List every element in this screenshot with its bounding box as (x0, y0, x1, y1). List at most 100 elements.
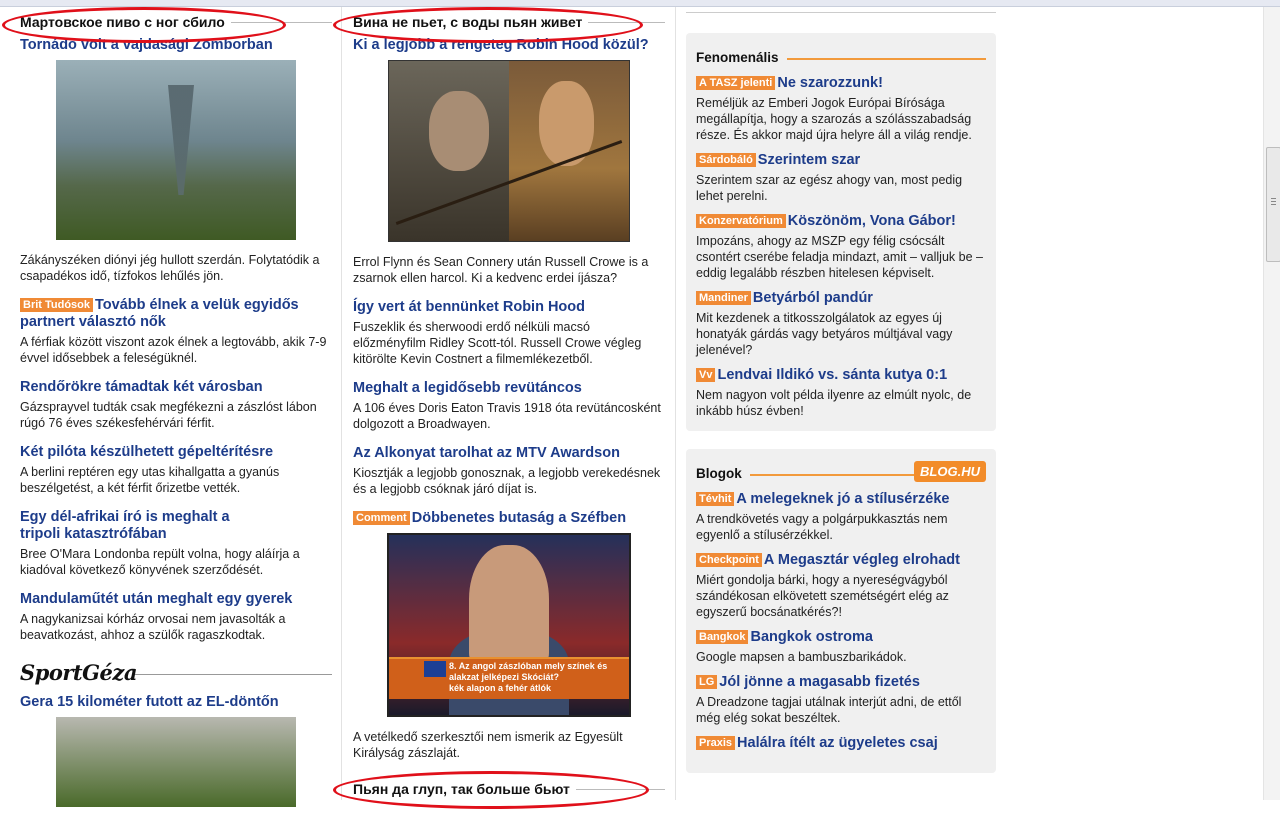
box-title: Fenomenális (696, 50, 787, 65)
blog-item-link[interactable]: Praxis Halálra ítélt az ügyeletes csaj (696, 735, 986, 752)
blog-tag[interactable]: Praxis (696, 736, 736, 750)
article: Gera 15 kilométer futott az EL-döntőn (20, 694, 332, 807)
article: Az Alkonyat tarolhat az MTV Awardson Kio… (353, 445, 665, 497)
article: Rendőrökre támadtak két városban Gázspra… (20, 379, 332, 431)
tornado-photo[interactable] (56, 60, 296, 240)
source-tag[interactable]: Comment (353, 511, 410, 525)
quiz-number: 8. (449, 661, 457, 671)
blog-item-title[interactable]: A Megasztár végleg elrohadt (764, 552, 960, 568)
blog-item-link[interactable]: Bangkok Bangkok ostroma (696, 629, 986, 646)
quiz-question: Az angol zászlóban mely színek és alakza… (449, 661, 608, 682)
sportgeza-header: SportGéza (20, 656, 332, 694)
article-lead: Gázsprayvel tudták csak megfékezni a zás… (20, 400, 317, 430)
blog-tag[interactable]: A TASZ jelenti (696, 76, 776, 90)
blog-item: Tévhit A melegeknek jó a stílusérzéke A t… (696, 491, 986, 543)
box-title: Blogok (696, 466, 750, 481)
article-title-link[interactable]: Rendőrökre támadtak két városban (20, 379, 332, 396)
article: Comment Döbbenetes butaság a Széfben 8. A… (353, 510, 665, 761)
article: Két pilóta készülhetett gépeltérítésre A… (20, 444, 332, 496)
blog-item-title[interactable]: A melegeknek jó a stílusérzéke (736, 491, 949, 507)
scrollbar-thumb[interactable] (1266, 147, 1280, 262)
blog-item: Konzervatórium Köszönöm, Vona Gábor! Impo… (696, 213, 986, 281)
blog-item-lead: Google mapsen a bambuszbarikádok. (696, 650, 907, 664)
blog-item-link[interactable]: Konzervatórium Köszönöm, Vona Gábor! (696, 213, 986, 230)
blog-item-title[interactable]: Köszönöm, Vona Gábor! (788, 213, 956, 229)
article-title-link[interactable]: Comment Döbbenetes butaság a Széfben (353, 510, 665, 527)
article: Ki a legjobb a rengeteg Robin Hood közül… (353, 37, 665, 286)
blog-tag[interactable]: Vv (696, 368, 716, 382)
blog-item: Mandiner Betyárból pandúr Mit kezdenek a … (696, 290, 986, 358)
article: Egy dél-afrikai író is meghalt a tripoli… (20, 509, 332, 578)
blog-item-title[interactable]: Bangkok ostroma (750, 629, 872, 645)
sportgeza-logo[interactable]: SportGéza (20, 660, 137, 685)
section-title: Мартовское пиво с ног сбило (20, 14, 231, 30)
article: Mandulaműtét után meghalt egy gyerek A n… (20, 591, 332, 643)
article-title-link[interactable]: Két pilóta készülhetett gépeltérítésre (20, 444, 332, 461)
fenomenalis-box: Fenomenális A TASZ jelenti Ne szarozzunk!… (686, 33, 996, 431)
news-column-middle: Вина не пьет, с воды пьян живет Ki a leg… (353, 7, 665, 804)
blog-item: A TASZ jelenti Ne szarozzunk! Reméljük az… (696, 75, 986, 143)
article: Meghalt a legidősebb revütáncos A 106 év… (353, 380, 665, 432)
blog-item-link[interactable]: Mandiner Betyárból pandúr (696, 290, 986, 307)
article-title-link[interactable]: Brit Tudósok Tovább élnek a velük egyidős… (20, 297, 332, 331)
box-header: Blogok BLOG.HU (696, 461, 986, 485)
article-title-link[interactable]: Egy dél-afrikai író is meghalt a tripoli… (20, 509, 235, 543)
blog-item-link[interactable]: Sárdobáló Szerintem szar (696, 152, 986, 169)
blog-tag[interactable]: Konzervatórium (696, 214, 786, 228)
blog-item-link[interactable]: Checkpoint A Megasztár végleg elrohadt (696, 552, 986, 569)
vertical-scrollbar[interactable] (1263, 7, 1280, 800)
box-header: Fenomenális (696, 47, 986, 69)
robin-hood-photo[interactable] (388, 60, 630, 242)
article: Tornádó volt a vajdasági Zomborban Zákán… (20, 37, 332, 284)
blog-item: LG Jól jönne a magasabb fizetés A Dreadzo… (696, 674, 986, 726)
blog-item-title[interactable]: Szerintem szar (758, 152, 860, 168)
article-title-link[interactable]: Meghalt a legidősebb revütáncos (353, 380, 665, 397)
blog-item: Vv Lendvai Ildikó vs. sánta kutya 0:1 Nem… (696, 367, 986, 419)
blog-item: Bangkok Bangkok ostroma Google mapsen a b… (696, 629, 986, 665)
blog-item-link[interactable]: LG Jól jönne a magasabb fizetés (696, 674, 986, 691)
blog-item-lead: Impozáns, ahogy az MSZP egy félig csócsá… (696, 234, 983, 280)
blog-tag[interactable]: Checkpoint (696, 553, 762, 567)
window-top-border (0, 0, 1280, 7)
article: Brit Tudósok Tovább élnek a velük egyidős… (20, 297, 332, 366)
blog-item: Checkpoint A Megasztár végleg elrohadt Mi… (696, 552, 986, 620)
article-lead: Fuszeklik és sherwoodi erdő nélküli macs… (353, 320, 642, 366)
blog-item-title[interactable]: Jól jönne a magasabb fizetés (719, 674, 920, 690)
source-tag[interactable]: Brit Tudósok (20, 298, 94, 312)
blog-item-link[interactable]: A TASZ jelenti Ne szarozzunk! (696, 75, 986, 92)
news-column-left: Мартовское пиво с ног сбило Tornádó volt… (20, 7, 332, 820)
blog-tag[interactable]: Sárdobáló (696, 153, 756, 167)
article-lead: Zákányszéken diónyi jég hullott szerdán.… (20, 253, 320, 283)
blog-item-title[interactable]: Halálra ítélt az ügyeletes csaj (737, 735, 938, 751)
section-title: Вина не пьет, с воды пьян живет (353, 14, 589, 30)
blog-item-title[interactable]: Ne szarozzunk! (777, 75, 883, 91)
bloghu-logo[interactable]: BLOG.HU (914, 461, 986, 482)
blog-tag[interactable]: Mandiner (696, 291, 751, 305)
soccer-photo[interactable] (56, 717, 296, 807)
article-lead: A vetélkedő szerkesztői nem ismerik az E… (353, 730, 623, 760)
blogok-box: Blogok BLOG.HU Tévhit A melegeknek jó a s… (686, 449, 996, 773)
article-title-link[interactable]: Így vert át bennünket Robin Hood (353, 299, 665, 316)
blog-item-lead: Miért gondolja bárki, hogy a nyereségvág… (696, 573, 949, 619)
blog-item-lead: Reméljük az Emberi Jogok Európai Bíróság… (696, 96, 972, 142)
article-title-link[interactable]: Ki a legjobb a rengeteg Robin Hood közül… (353, 37, 665, 54)
article-title-link[interactable]: Az Alkonyat tarolhat az MTV Awardson (353, 445, 665, 462)
blog-tag[interactable]: Tévhit (696, 492, 735, 506)
blog-tag[interactable]: Bangkok (696, 630, 749, 644)
column-divider (341, 7, 342, 800)
article-title-link[interactable]: Gera 15 kilométer futott az EL-döntőn (20, 694, 332, 711)
blog-item-link[interactable]: Tévhit A melegeknek jó a stílusérzéke (696, 491, 986, 508)
article-title-link[interactable]: Mandulaműtét után meghalt egy gyerek (20, 591, 332, 608)
article-title[interactable]: Döbbenetes butaság a Széfben (412, 510, 626, 526)
blog-item-link[interactable]: Vv Lendvai Ildikó vs. sánta kutya 0:1 (696, 367, 986, 384)
blog-item-title[interactable]: Betyárból pandúr (753, 290, 873, 306)
quiz-show-screenshot[interactable]: 8. Az angol zászlóban mely színek és ala… (387, 533, 631, 717)
blog-item-lead: A Dreadzone tagjai utálnak interjút adni… (696, 695, 962, 725)
article-lead: A férfiak között viszont azok élnek a le… (20, 335, 327, 365)
section-header: Мартовское пиво с ног сбило (20, 7, 332, 37)
article-lead: Bree O'Mara Londonba repült volna, hogy … (20, 547, 300, 577)
quiz-answer: kék alapon a fehér átlók (449, 683, 552, 693)
blog-item-title[interactable]: Lendvai Ildikó vs. sánta kutya 0:1 (717, 367, 947, 383)
article-title-link[interactable]: Tornádó volt a vajdasági Zomborban (20, 37, 332, 54)
blog-tag[interactable]: LG (696, 675, 718, 689)
